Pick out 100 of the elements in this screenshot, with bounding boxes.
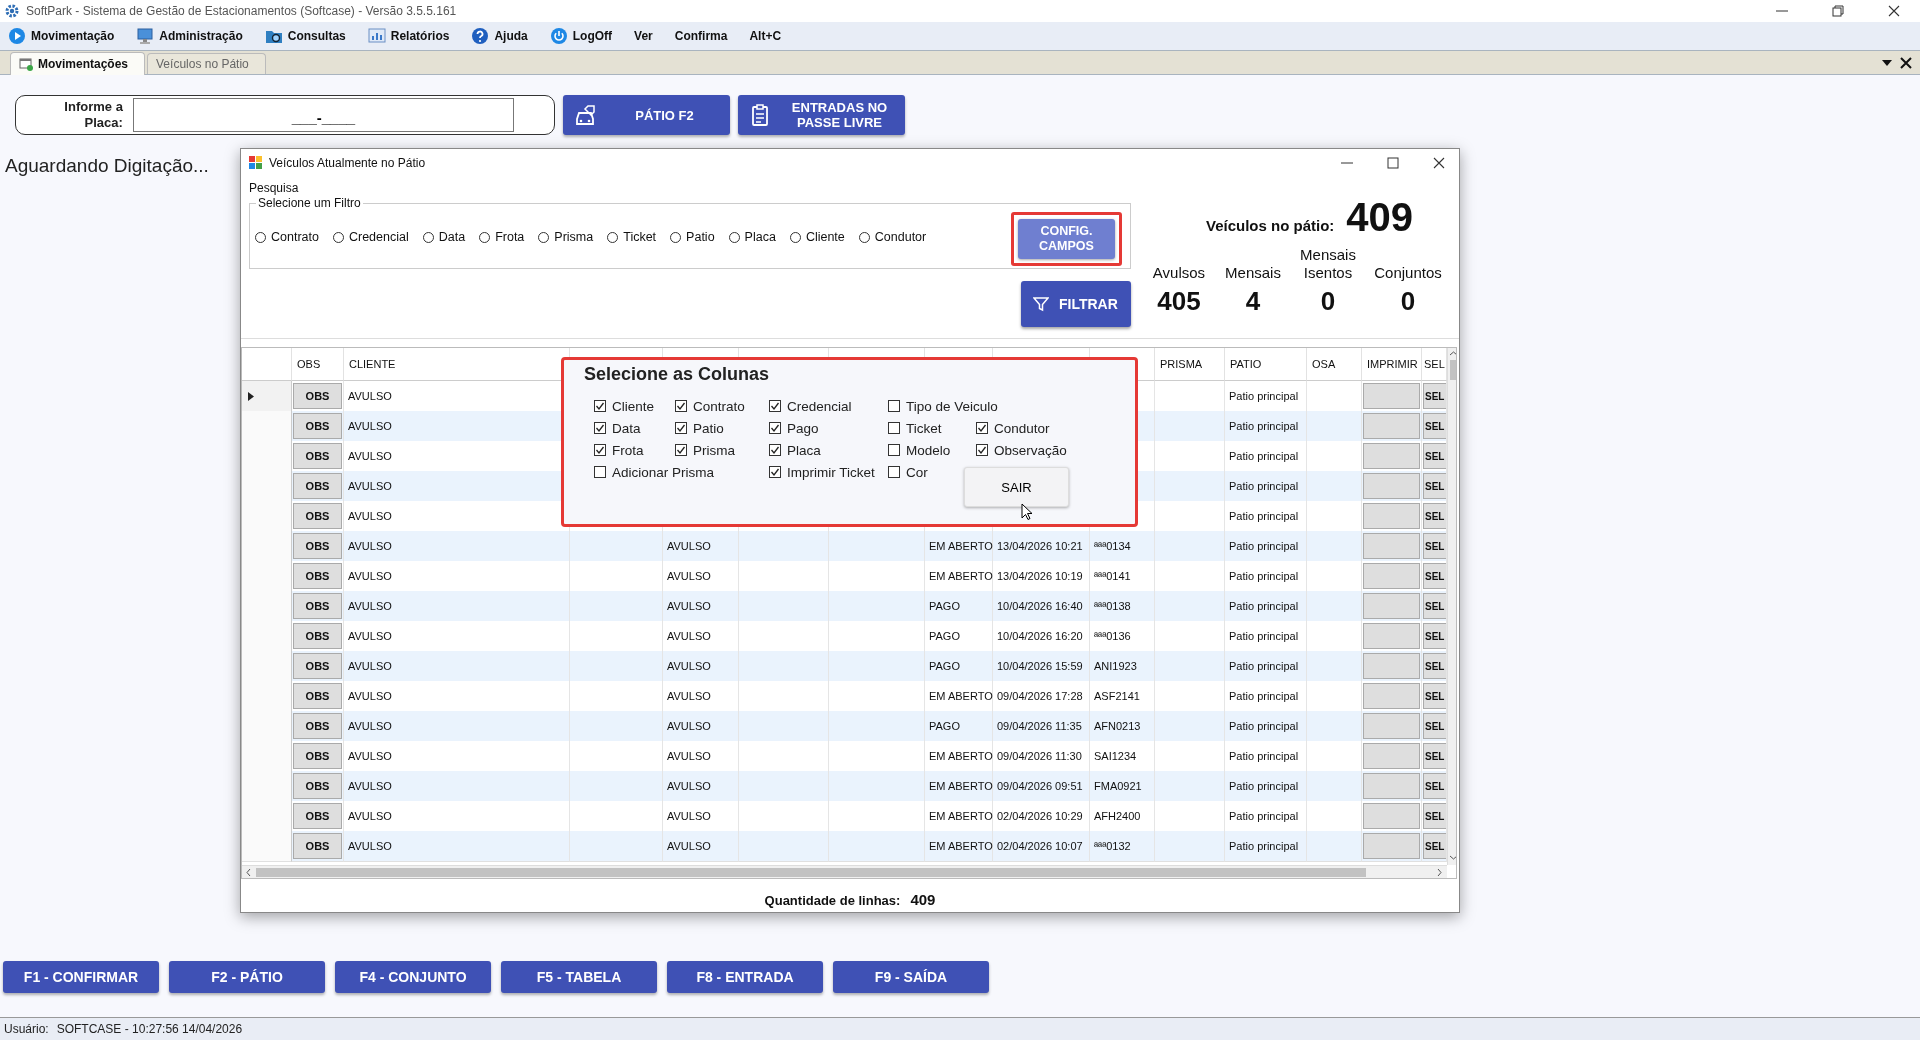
table-cell: ªªª0138 (1094, 600, 1131, 612)
table-cell: AVULSO (348, 750, 392, 762)
radio-label: Data (438, 230, 466, 244)
radio-label: Condutor (874, 230, 927, 244)
status-message: Aguardando Digitação... (5, 155, 209, 177)
table-cell: Patio principal (1229, 540, 1299, 552)
table-cell: Patio principal (1229, 450, 1299, 462)
table-cell: 02/04/2026 10:07 (997, 840, 1083, 852)
table-cell: AVULSO (348, 390, 392, 402)
table-cell: EM ABERTO (929, 750, 993, 762)
table-cell: ªªª0141 (1094, 570, 1131, 582)
table-cell: AFH2400 (1094, 810, 1141, 822)
table-cell: AVULSO (348, 660, 392, 672)
radio-label: Contrato (271, 230, 319, 244)
table-cell: AVULSO (348, 840, 392, 852)
table-cell: Patio principal (1229, 780, 1299, 792)
table-cell: SAI1234 (1094, 750, 1137, 762)
checkbox-label: Observação (994, 442, 1067, 458)
group-label: Selecione um Filtro (256, 196, 363, 210)
table-cell: ªªª0134 (1094, 540, 1131, 552)
table-cell: 09/04/2026 17:28 (997, 690, 1083, 702)
table-cell: Patio principal (1229, 810, 1299, 822)
total-value: 409 (1346, 195, 1414, 240)
table-cell: Patio principal (1229, 690, 1299, 702)
table-cell: Patio principal (1229, 420, 1299, 432)
table-cell: Patio principal (1229, 720, 1299, 732)
checkbox-label: Imprimir Ticket (787, 464, 875, 480)
table-cell: EM ABERTO (929, 540, 993, 552)
table-cell: AVULSO (348, 690, 392, 702)
table-cell: AVULSO (348, 450, 392, 462)
stat-label: Avulsos (1151, 264, 1207, 282)
table-cell: AVULSO (348, 810, 392, 822)
checkbox-label: Ticket (906, 420, 942, 436)
section-label: Pesquisa (249, 181, 300, 195)
table-cell: ªªª0136 (1094, 630, 1131, 642)
table-cell: AVULSO (667, 660, 711, 672)
table-cell: Patio principal (1229, 390, 1299, 402)
table-cell: AFN0213 (1094, 720, 1141, 732)
stat-value: 4 (1244, 286, 1262, 317)
table-cell: AVULSO (348, 780, 392, 792)
radio-label: Cliente (805, 230, 845, 244)
table-cell: EM ABERTO (929, 810, 993, 822)
table-cell: 13/04/2026 10:21 (997, 540, 1083, 552)
table-cell: AVULSO (348, 480, 392, 492)
radio-label: Credencial (348, 230, 409, 244)
checkbox-label: Pago (787, 420, 819, 436)
checkbox-label: Adicionar Prisma (612, 464, 715, 480)
table-cell: AVULSO (667, 720, 711, 732)
table-cell: AVULSO (667, 810, 711, 822)
table-cell: AVULSO (667, 780, 711, 792)
row-count-value: 409 (910, 891, 936, 908)
stat-value: 405 (1156, 286, 1202, 317)
table-cell: EM ABERTO (929, 690, 993, 702)
table-cell: ANI1923 (1094, 660, 1137, 672)
table-cell: AVULSO (348, 630, 392, 642)
table-cell: ªªª0132 (1094, 840, 1131, 852)
checkbox-label: Patio (693, 420, 724, 436)
table-cell: Patio principal (1229, 600, 1299, 612)
row-count-label: Quantidade de linhas: (764, 893, 901, 908)
stat-label: Mensais (1224, 264, 1282, 282)
checkbox-label: Data (612, 420, 641, 436)
radio-label: Placa (744, 230, 776, 244)
radio-label: Frota (495, 230, 525, 244)
checkbox-label: Tipo de Veiculo (906, 398, 998, 414)
table-cell: AVULSO (667, 750, 711, 762)
table-cell: Patio principal (1229, 750, 1299, 762)
table-cell: 10/04/2026 15:59 (997, 660, 1083, 672)
table-cell: Patio principal (1229, 480, 1299, 492)
checkbox-label: Modelo (906, 442, 951, 458)
total-label: Veículos no pátio: (1206, 217, 1335, 234)
table-cell: ASF2141 (1094, 690, 1140, 702)
table-cell: AVULSO (348, 540, 392, 552)
radio-label: Ticket (623, 230, 657, 244)
table-cell: EM ABERTO (929, 840, 993, 852)
table-cell: PAGO (929, 720, 960, 732)
radio-label: Patio (686, 230, 715, 244)
table-cell: AVULSO (667, 540, 711, 552)
stat-label: Conjuntos (1373, 264, 1443, 282)
table-cell: Patio principal (1229, 840, 1299, 852)
table-cell: 13/04/2026 10:19 (997, 570, 1083, 582)
user-label: Usuário: (4, 1022, 49, 1036)
table-cell: AVULSO (667, 570, 711, 582)
table-cell: EM ABERTO (929, 570, 993, 582)
table-cell: AVULSO (667, 840, 711, 852)
stat-value: 0 (1319, 286, 1337, 317)
table-cell: 09/04/2026 09:51 (997, 780, 1083, 792)
table-cell: AVULSO (667, 630, 711, 642)
checkbox-label: Placa (787, 442, 821, 458)
table-cell: AVULSO (667, 600, 711, 612)
table-cell: 09/04/2026 11:35 (997, 720, 1082, 732)
table-cell: AVULSO (348, 720, 392, 732)
table-cell: 10/04/2026 16:40 (997, 600, 1083, 612)
checkbox-label: Credencial (787, 398, 852, 414)
table-cell: AVULSO (667, 690, 711, 702)
window-title: SoftPark - Sistema de Gestão de Estacionamentos (Softcase) - Versão 3.5.5.161 (26, 4, 458, 18)
table-cell: EM ABERTO (929, 780, 993, 792)
dialog-title: Veículos Atualmente no Pátio (269, 156, 427, 170)
stat-label: Mensais Isentos (1299, 246, 1357, 282)
table-cell: AVULSO (348, 600, 392, 612)
user-info: SOFTCASE - 10:27:56 14/04/2026 (56, 1022, 243, 1036)
